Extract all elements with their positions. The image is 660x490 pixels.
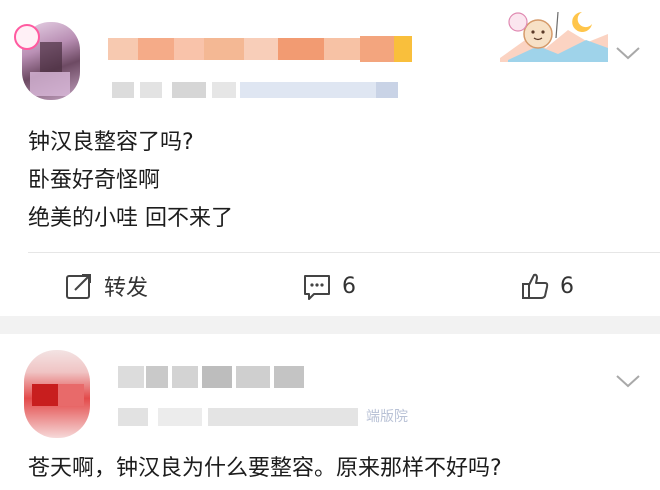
post-text-line: 钟汉良整容了吗? [28,130,194,155]
avatar[interactable] [24,350,90,438]
comment-button[interactable]: 6 [302,268,356,304]
post-text-line: 苍天啊，钟汉良为什么要整容。原来那样不好吗? [28,456,502,481]
thumbs-up-icon [522,273,549,299]
like-button[interactable]: 6 [520,268,574,304]
post-card: 钟汉良整容了吗? 卧蚕好奇怪啊 绝美的小哇 回不来了 转发 6 6 [0,0,660,316]
post-meta-redacted [112,80,402,100]
decorative-card-art-icon [500,11,608,62]
chevron-down-icon[interactable] [614,44,642,62]
post-meta-source: 端版院 [366,409,408,425]
username-redacted[interactable] [118,364,308,390]
divider [28,252,660,253]
post-text-line: 绝美的小哇 回不来了 [28,206,233,231]
post-text-line: 卧蚕好奇怪啊 [28,168,161,193]
repost-label: 转发 [104,276,149,301]
like-count: 6 [560,273,574,299]
username-redacted[interactable] [108,36,413,62]
comment-count: 6 [342,273,356,299]
repost-button[interactable]: 转发 [64,268,148,304]
chevron-down-icon[interactable] [614,372,642,390]
post-card: 端版院 苍天啊，钟汉良为什么要整容。原来那样不好吗? [0,334,660,490]
comment-icon [304,275,330,300]
repost-icon [66,274,91,299]
avatar-badge-icon [14,24,40,50]
